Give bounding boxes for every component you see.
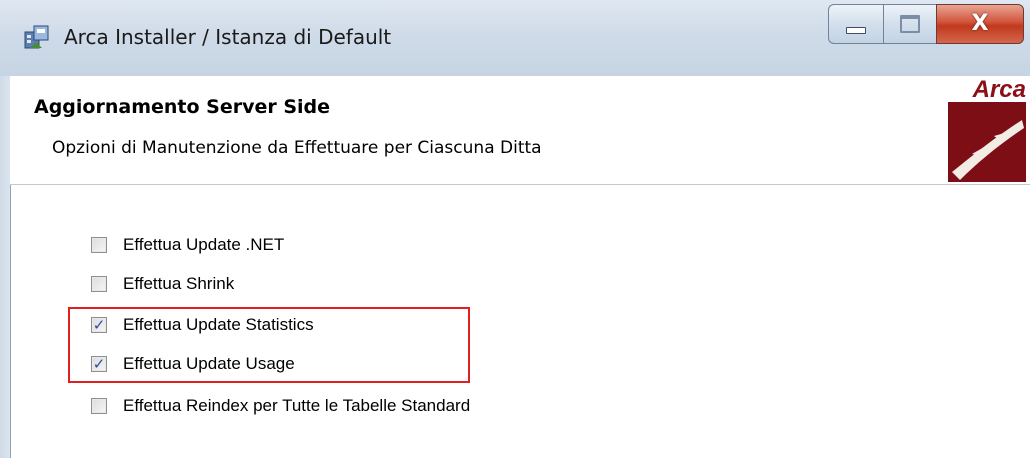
checkmark-icon: ✓ [92,315,106,334]
option-label: Effettua Update .NET [123,235,285,254]
maximize-icon [900,15,920,33]
option-label: Effettua Update Usage [123,354,295,373]
close-button[interactable]: X [936,4,1024,44]
option-shrink[interactable]: Effettua Shrink [91,272,234,296]
installer-window: Arca Installer / Istanza di Default X Ag… [0,0,1030,458]
title-bar[interactable]: Arca Installer / Istanza di Default X [0,0,1030,77]
checkbox-shrink[interactable] [91,276,107,292]
minimize-icon [846,26,866,34]
wizard-header: Aggiornamento Server Side Opzioni di Man… [10,76,1030,185]
installer-app-icon [24,25,49,49]
page-title: Aggiornamento Server Side [34,96,331,118]
close-icon: X [971,11,989,36]
option-update-statistics[interactable]: ✓ Effettua Update Statistics [91,313,314,337]
minimize-button[interactable] [828,4,883,44]
checkbox-update-statistics[interactable]: ✓ [91,317,107,333]
window-title: Arca Installer / Istanza di Default [64,25,392,49]
option-label: Effettua Shrink [123,274,235,293]
option-update-net[interactable]: Effettua Update .NET [91,233,284,257]
checkbox-update-usage[interactable]: ✓ [91,356,107,372]
maximize-button[interactable] [883,4,936,44]
arca-logo: Arca [942,76,1026,182]
option-reindex[interactable]: Effettua Reindex per Tutte le Tabelle St… [91,394,470,418]
option-update-usage[interactable]: ✓ Effettua Update Usage [91,352,295,376]
page-subtitle: Opzioni di Manutenzione da Effettuare pe… [52,138,542,158]
checkmark-icon: ✓ [92,354,106,373]
option-label: Effettua Reindex per Tutte le Tabelle St… [123,396,471,415]
options-panel: Effettua Update .NET Effettua Shrink ✓ E… [11,185,1030,458]
checkbox-update-net[interactable] [91,237,107,253]
option-label: Effettua Update Statistics [123,315,314,334]
logo-text: Arca [972,76,1026,103]
checkbox-reindex[interactable] [91,398,107,414]
